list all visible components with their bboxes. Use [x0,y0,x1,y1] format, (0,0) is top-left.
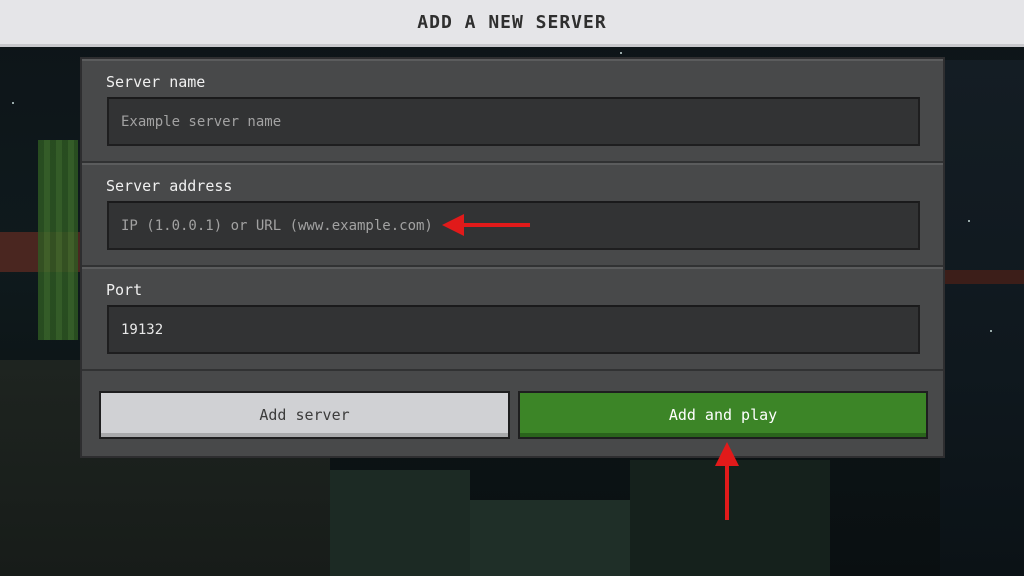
port-input[interactable] [107,305,920,354]
server-name-section: Server name [82,59,943,163]
server-address-label: Server address [106,177,233,195]
add-server-dialog: Server name Server address Port Add serv… [80,57,945,458]
port-section: Port [82,267,943,371]
add-server-button[interactable]: Add server [99,391,510,439]
screen-header: ADD A NEW SERVER [0,0,1024,47]
server-name-input[interactable] [107,97,920,146]
page-title: ADD A NEW SERVER [417,11,607,33]
arrow-up-icon [715,442,739,520]
add-and-play-button[interactable]: Add and play [518,391,928,439]
arrow-left-icon [442,214,530,236]
port-label: Port [106,281,143,299]
server-name-label: Server name [106,73,206,91]
cactus-plant [38,140,78,340]
